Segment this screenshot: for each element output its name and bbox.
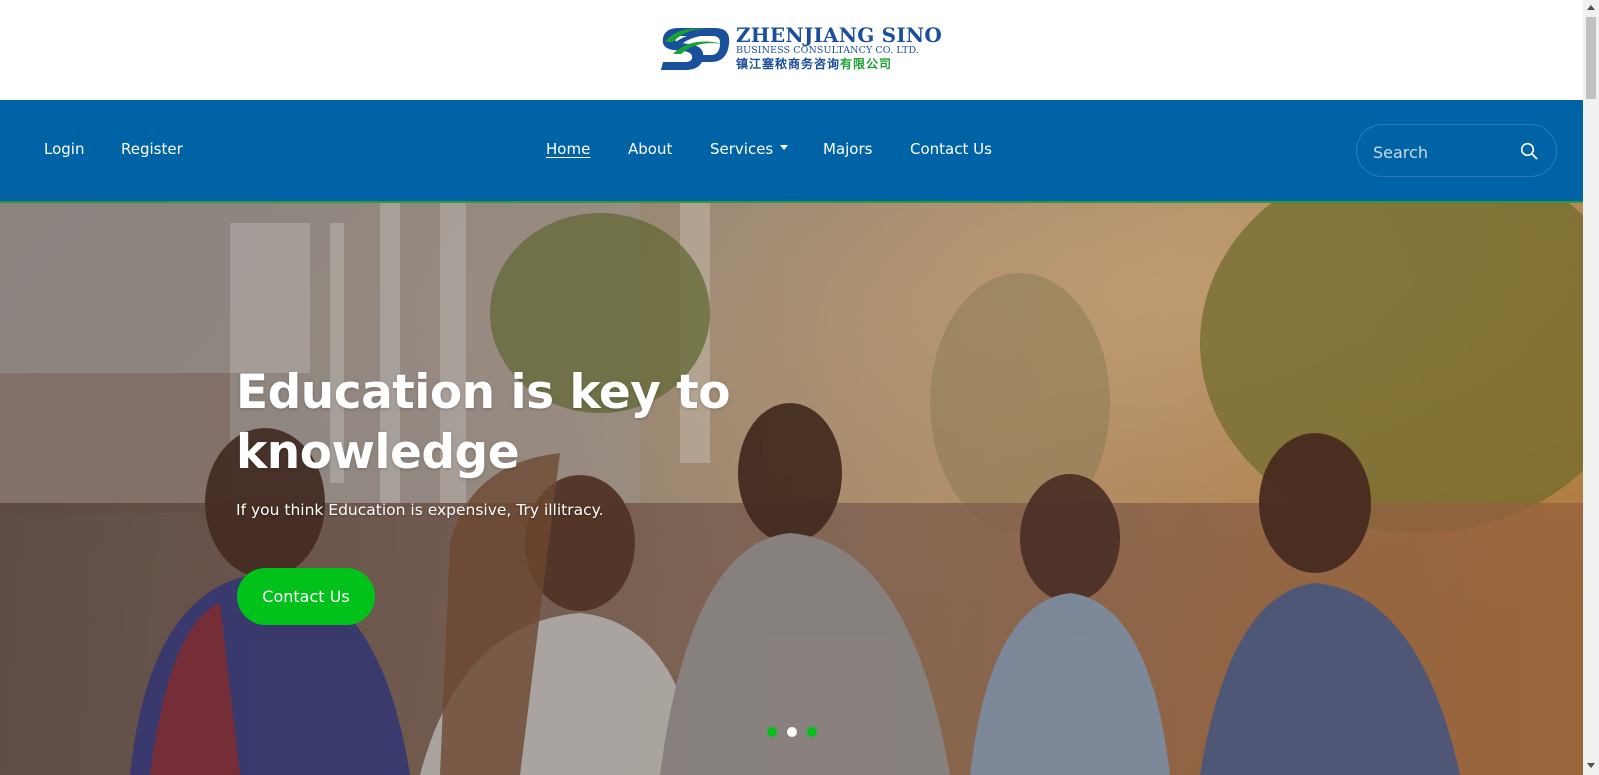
- hero-background-photo: [0, 203, 1583, 775]
- slider-dot-1[interactable]: [767, 727, 777, 737]
- scroll-down-arrow-icon[interactable]: [1587, 763, 1595, 768]
- hero-contact-button[interactable]: Contact Us: [237, 568, 375, 625]
- scroll-up-arrow-icon[interactable]: [1587, 5, 1595, 10]
- page-scrollbar[interactable]: [1583, 0, 1599, 775]
- logo-tagline: BUSINESS CONSULTANCY CO. LTD.: [736, 45, 919, 56]
- logo-chinese-green: 有限公司: [840, 57, 893, 71]
- nav-item-about[interactable]: About: [628, 139, 672, 159]
- logo-text: ZHENJIANG SINO BUSINESS CONSULTANCY CO. …: [736, 25, 942, 71]
- nav-item-majors[interactable]: Majors: [823, 139, 872, 159]
- logo-chinese-name: 镇江塞秾商务咨询有限公司: [736, 57, 942, 71]
- page: ZHENJIANG SINO BUSINESS CONSULTANCY CO. …: [0, 0, 1583, 775]
- search-input[interactable]: [1371, 139, 1525, 165]
- login-link[interactable]: Login: [44, 139, 84, 159]
- search-icon[interactable]: [1520, 142, 1538, 160]
- logo-name: ZHENJIANG SINO: [736, 23, 942, 47]
- main-navbar: Login Register Home About Services Major…: [0, 100, 1583, 203]
- chevron-down-icon: [780, 145, 789, 150]
- logo-mark-icon: [661, 28, 730, 70]
- nav-item-services[interactable]: Services: [710, 139, 789, 159]
- scrollbar-thumb[interactable]: [1586, 17, 1596, 99]
- slider-dot-3[interactable]: [807, 727, 817, 737]
- hero-slider: Education is key to knowledge If you thi…: [0, 203, 1583, 775]
- register-link[interactable]: Register: [121, 139, 183, 159]
- logo-chinese-blue: 镇江塞秾商务咨询: [736, 57, 841, 71]
- nav-item-contact-us[interactable]: Contact Us: [910, 139, 992, 159]
- hero-title: Education is key to knowledge: [236, 365, 731, 480]
- slider-dot-2-active[interactable]: [787, 727, 797, 737]
- brand-logo[interactable]: ZHENJIANG SINO BUSINESS CONSULTANCY CO. …: [659, 22, 942, 76]
- nav-item-home[interactable]: Home: [546, 139, 590, 159]
- search-box: [1356, 124, 1557, 177]
- nav-item-services-label: Services: [710, 140, 774, 158]
- site-header: ZHENJIANG SINO BUSINESS CONSULTANCY CO. …: [0, 0, 1583, 100]
- hero-subtitle: If you think Education is expensive, Try…: [236, 501, 604, 519]
